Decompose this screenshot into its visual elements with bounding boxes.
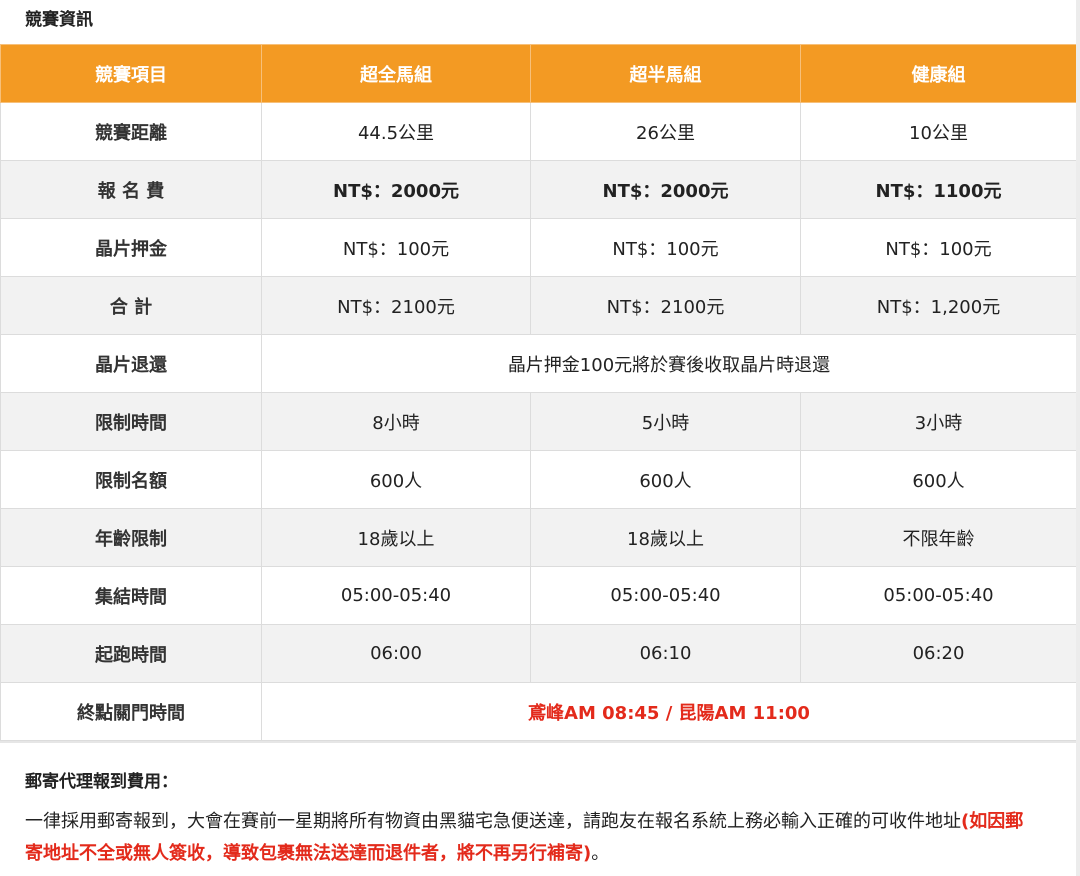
cell-value: NT$：2100元 [530, 276, 801, 335]
table-row-fee: 報 名 費 NT$：2000元 NT$：2000元 NT$：1100元 [0, 160, 1077, 219]
header-health: 健康組 [800, 44, 1077, 103]
row-label: 限制名額 [0, 450, 262, 509]
table-header-row: 競賽項目 超全馬組 超半馬組 健康組 [0, 44, 1077, 103]
section-title: 競賽資訊 [25, 10, 93, 30]
notes-body: 一律採用郵寄報到，大會在賽前一星期將所有物資由黑貓宅急便送達，請跑友在報名系統上… [25, 806, 1040, 870]
notes-heading: 郵寄代理報到費用： [25, 772, 178, 792]
cell-value: NT$：2000元 [261, 160, 531, 219]
table-row-age: 年齡限制 18歲以上 18歲以上 不限年齡 [0, 508, 1077, 567]
table-row-total: 合 計 NT$：2100元 NT$：2100元 NT$：1,200元 [0, 276, 1077, 335]
cell-value: 600人 [261, 450, 531, 509]
cell-value: 18歲以上 [261, 508, 531, 567]
cell-value: 06:00 [261, 624, 531, 683]
table-row-deposit: 晶片押金 NT$：100元 NT$：100元 NT$：100元 [0, 218, 1077, 277]
table-row-start: 起跑時間 06:00 06:10 06:20 [0, 624, 1077, 683]
row-label: 報 名 費 [0, 160, 262, 219]
cell-value: NT$：1100元 [800, 160, 1077, 219]
cell-value: 10公里 [800, 102, 1077, 161]
cell-value: NT$：2000元 [530, 160, 801, 219]
cell-value: 3小時 [800, 392, 1077, 451]
header-category: 競賽項目 [0, 44, 262, 103]
row-label: 晶片退還 [0, 334, 262, 393]
cell-value: 44.5公里 [261, 102, 531, 161]
cell-value: 8小時 [261, 392, 531, 451]
row-label: 集結時間 [0, 566, 262, 625]
row-label: 合 計 [0, 276, 262, 335]
cell-value: 晶片押金100元將於賽後收取晶片時退還 [261, 334, 1077, 393]
closing-time-value: 鳶峰AM 08:45 / 昆陽AM 11:00 [261, 682, 1077, 741]
row-label: 起跑時間 [0, 624, 262, 683]
row-label: 競賽距離 [0, 102, 262, 161]
cell-value: 05:00-05:40 [530, 566, 801, 625]
cell-value: NT$：100元 [800, 218, 1077, 277]
cell-value: 18歲以上 [530, 508, 801, 567]
table-row-quota: 限制名額 600人 600人 600人 [0, 450, 1077, 509]
notes-body-end: 。 [591, 843, 610, 864]
page-edge [1076, 0, 1080, 876]
cell-value: 05:00-05:40 [261, 566, 531, 625]
cell-value: NT$：100元 [530, 218, 801, 277]
cell-value: 06:10 [530, 624, 801, 683]
row-label: 晶片押金 [0, 218, 262, 277]
cell-value: 26公里 [530, 102, 801, 161]
cell-value: 05:00-05:40 [800, 566, 1077, 625]
cell-value: 06:20 [800, 624, 1077, 683]
row-label: 終點關門時間 [0, 682, 262, 741]
table-row-chip-return: 晶片退還 晶片押金100元將於賽後收取晶片時退還 [0, 334, 1077, 393]
cell-value: 600人 [530, 450, 801, 509]
race-info-table: 競賽項目 超全馬組 超半馬組 健康組 競賽距離 44.5公里 26公里 10公里… [0, 44, 1077, 741]
cell-value: 5小時 [530, 392, 801, 451]
notes-body-text: 一律採用郵寄報到，大會在賽前一星期將所有物資由黑貓宅急便送達，請跑友在報名系統上… [25, 811, 961, 832]
table-row-time-limit: 限制時間 8小時 5小時 3小時 [0, 392, 1077, 451]
row-label: 年齡限制 [0, 508, 262, 567]
page: 競賽資訊 競賽項目 超全馬組 超半馬組 健康組 競賽距離 44.5公里 26公里… [0, 0, 1080, 876]
notes-section: 郵寄代理報到費用： 一律採用郵寄報到，大會在賽前一星期將所有物資由黑貓宅急便送達… [0, 743, 1080, 870]
row-label: 限制時間 [0, 392, 262, 451]
cell-value: NT$：100元 [261, 218, 531, 277]
cell-value: 不限年齡 [800, 508, 1077, 567]
table-row-assembly: 集結時間 05:00-05:40 05:00-05:40 05:00-05:40 [0, 566, 1077, 625]
table-row-distance: 競賽距離 44.5公里 26公里 10公里 [0, 102, 1077, 161]
cell-value: NT$：1,200元 [800, 276, 1077, 335]
header-ultra-half: 超半馬組 [530, 44, 801, 103]
table-row-closing: 終點關門時間 鳶峰AM 08:45 / 昆陽AM 11:00 [0, 682, 1077, 741]
cell-value: 600人 [800, 450, 1077, 509]
header-ultra-full: 超全馬組 [261, 44, 531, 103]
cell-value: NT$：2100元 [261, 276, 531, 335]
